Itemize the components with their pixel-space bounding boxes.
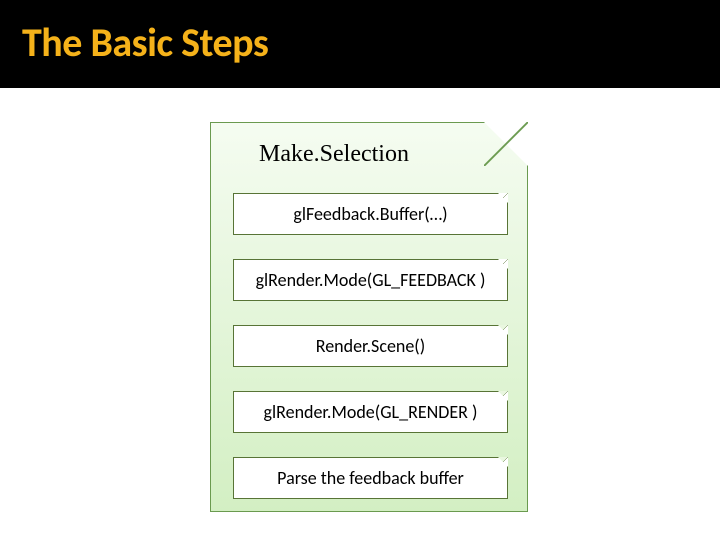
steps-list: glFeedback.Buffer(…) glRender.Mode(GL_FE… xyxy=(233,193,508,499)
step-3: Render.Scene() xyxy=(233,325,508,367)
steps-panel: Make.Selection glFeedback.Buffer(…) glRe… xyxy=(210,122,528,512)
step-1: glFeedback.Buffer(…) xyxy=(233,193,508,235)
panel-heading: Make.Selection xyxy=(259,141,409,168)
slide-title: The Basic Steps xyxy=(22,18,268,67)
step-4: glRender.Mode(GL_RENDER ) xyxy=(233,391,508,433)
slide: The Basic Steps Make.Selection glFeedbac… xyxy=(0,0,720,540)
step-5: Parse the feedback buffer xyxy=(233,457,508,499)
step-2: glRender.Mode(GL_FEEDBACK ) xyxy=(233,259,508,301)
